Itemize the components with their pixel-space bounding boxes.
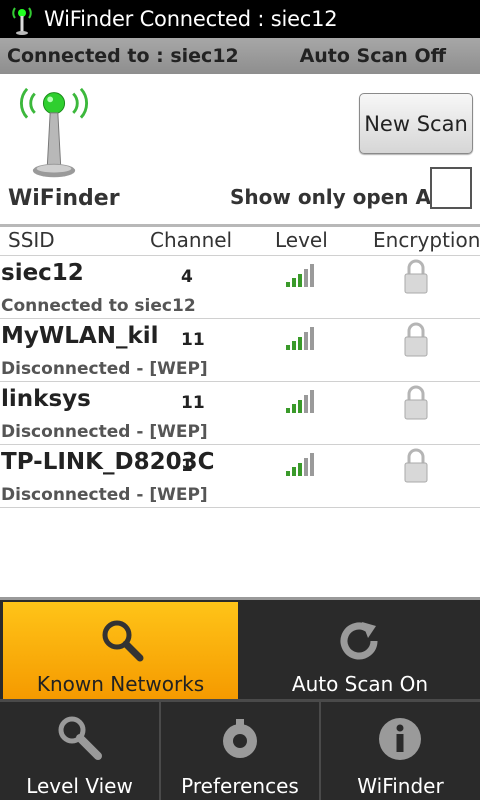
menu-item-label: Level View <box>26 774 133 798</box>
column-header-level: Level <box>275 228 328 252</box>
menu-item-label: Auto Scan On <box>291 672 429 696</box>
network-ssid: MyWLAN_kil <box>1 323 159 349</box>
column-header-encryption: Encryption <box>373 228 480 252</box>
menu-item-label: Known Networks <box>36 672 205 696</box>
lock-icon <box>404 448 428 483</box>
signal-level-icon <box>286 390 314 413</box>
lock-icon <box>404 259 428 294</box>
menu-item-level-view[interactable]: Level View <box>0 702 159 800</box>
network-list: siec12 4 Connected to siec12 MyWLAN_kil … <box>0 255 480 508</box>
autoscan-status: Auto Scan Off <box>299 45 446 67</box>
network-status: Disconnected - [WEP] <box>1 359 208 379</box>
network-status: Connected to siec12 <box>1 296 196 316</box>
show-open-ap-label: Show only open Ap <box>230 185 446 209</box>
network-ssid: siec12 <box>1 260 84 286</box>
lock-icon <box>404 322 428 357</box>
signal-level-icon <box>286 453 314 476</box>
list-item[interactable]: siec12 4 Connected to siec12 <box>0 255 480 318</box>
wrench-icon <box>58 716 102 760</box>
menu-item-label: WiFinder <box>357 774 444 798</box>
network-channel: 11 <box>181 393 205 413</box>
menu-item-preferences[interactable]: Preferences <box>161 702 319 800</box>
menu-item-auto-scan[interactable]: Auto Scan On <box>240 602 480 699</box>
new-scan-button[interactable]: New Scan <box>359 93 473 154</box>
column-header-channel: Channel <box>150 228 233 252</box>
app-name-label: WiFinder <box>8 186 120 211</box>
status-bar: WiFinder Connected : siec12 <box>0 0 480 38</box>
signal-level-icon <box>286 327 314 350</box>
wifinder-logo-icon <box>20 87 88 178</box>
info-icon <box>379 718 421 760</box>
gear-icon <box>223 719 257 758</box>
options-menu: Known Networks Auto Scan On Level View P… <box>0 597 480 800</box>
wifi-tower-icon <box>0 0 44 38</box>
column-header-ssid: SSID <box>8 228 55 252</box>
search-icon <box>102 620 144 662</box>
lock-icon <box>404 385 428 420</box>
network-ssid: linksys <box>1 386 91 412</box>
header-divider <box>0 224 480 227</box>
refresh-icon <box>340 622 378 660</box>
network-channel: 11 <box>181 330 205 350</box>
list-end-divider <box>0 507 480 508</box>
connection-bar: Connected to : siec12 Auto Scan Off <box>0 38 480 74</box>
list-item[interactable]: linksys 11 Disconnected - [WEP] <box>0 381 480 444</box>
list-item[interactable]: TP-LINK_D8203C 1 Disconnected - [WEP] <box>0 444 480 507</box>
signal-level-icon <box>286 264 314 287</box>
network-status: Disconnected - [WEP] <box>1 422 208 442</box>
show-open-ap-checkbox[interactable] <box>430 167 472 209</box>
menu-item-known-networks[interactable]: Known Networks <box>3 602 238 699</box>
connected-label: Connected to : siec12 <box>7 45 239 67</box>
list-item[interactable]: MyWLAN_kil 11 Disconnected - [WEP] <box>0 318 480 381</box>
network-channel: 1 <box>181 456 193 476</box>
menu-item-label: Preferences <box>181 774 299 798</box>
network-status: Disconnected - [WEP] <box>1 485 208 505</box>
menu-item-wifinder[interactable]: WiFinder <box>321 702 480 800</box>
app-title: WiFinder Connected : siec12 <box>44 7 338 31</box>
network-channel: 4 <box>181 267 193 287</box>
